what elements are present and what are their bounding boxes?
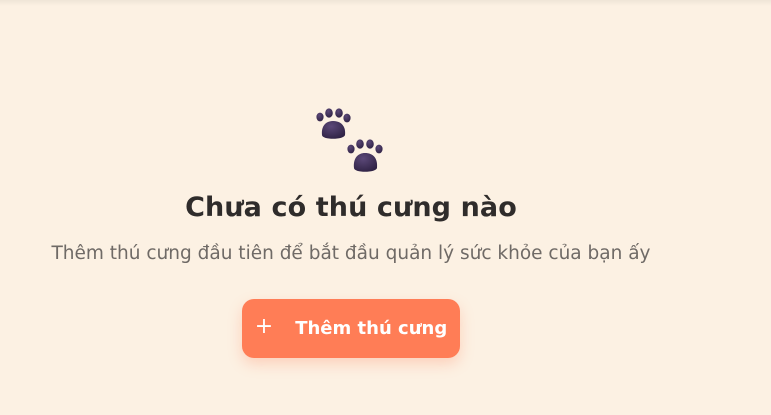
- add-pet-button[interactable]: + Thêm thú cưng: [242, 299, 460, 358]
- add-pet-button-label: Thêm thú cưng: [295, 318, 448, 339]
- plus-icon: +: [254, 314, 274, 339]
- empty-state: Chưa có thú cưng nào Thêm thú cưng đầu t…: [0, 0, 771, 415]
- empty-state-subtitle: Thêm thú cưng đầu tiên để bắt đầu quản l…: [51, 243, 651, 264]
- empty-state-title: Chưa có thú cưng nào: [185, 192, 517, 223]
- paw-prints-icon: [316, 108, 383, 172]
